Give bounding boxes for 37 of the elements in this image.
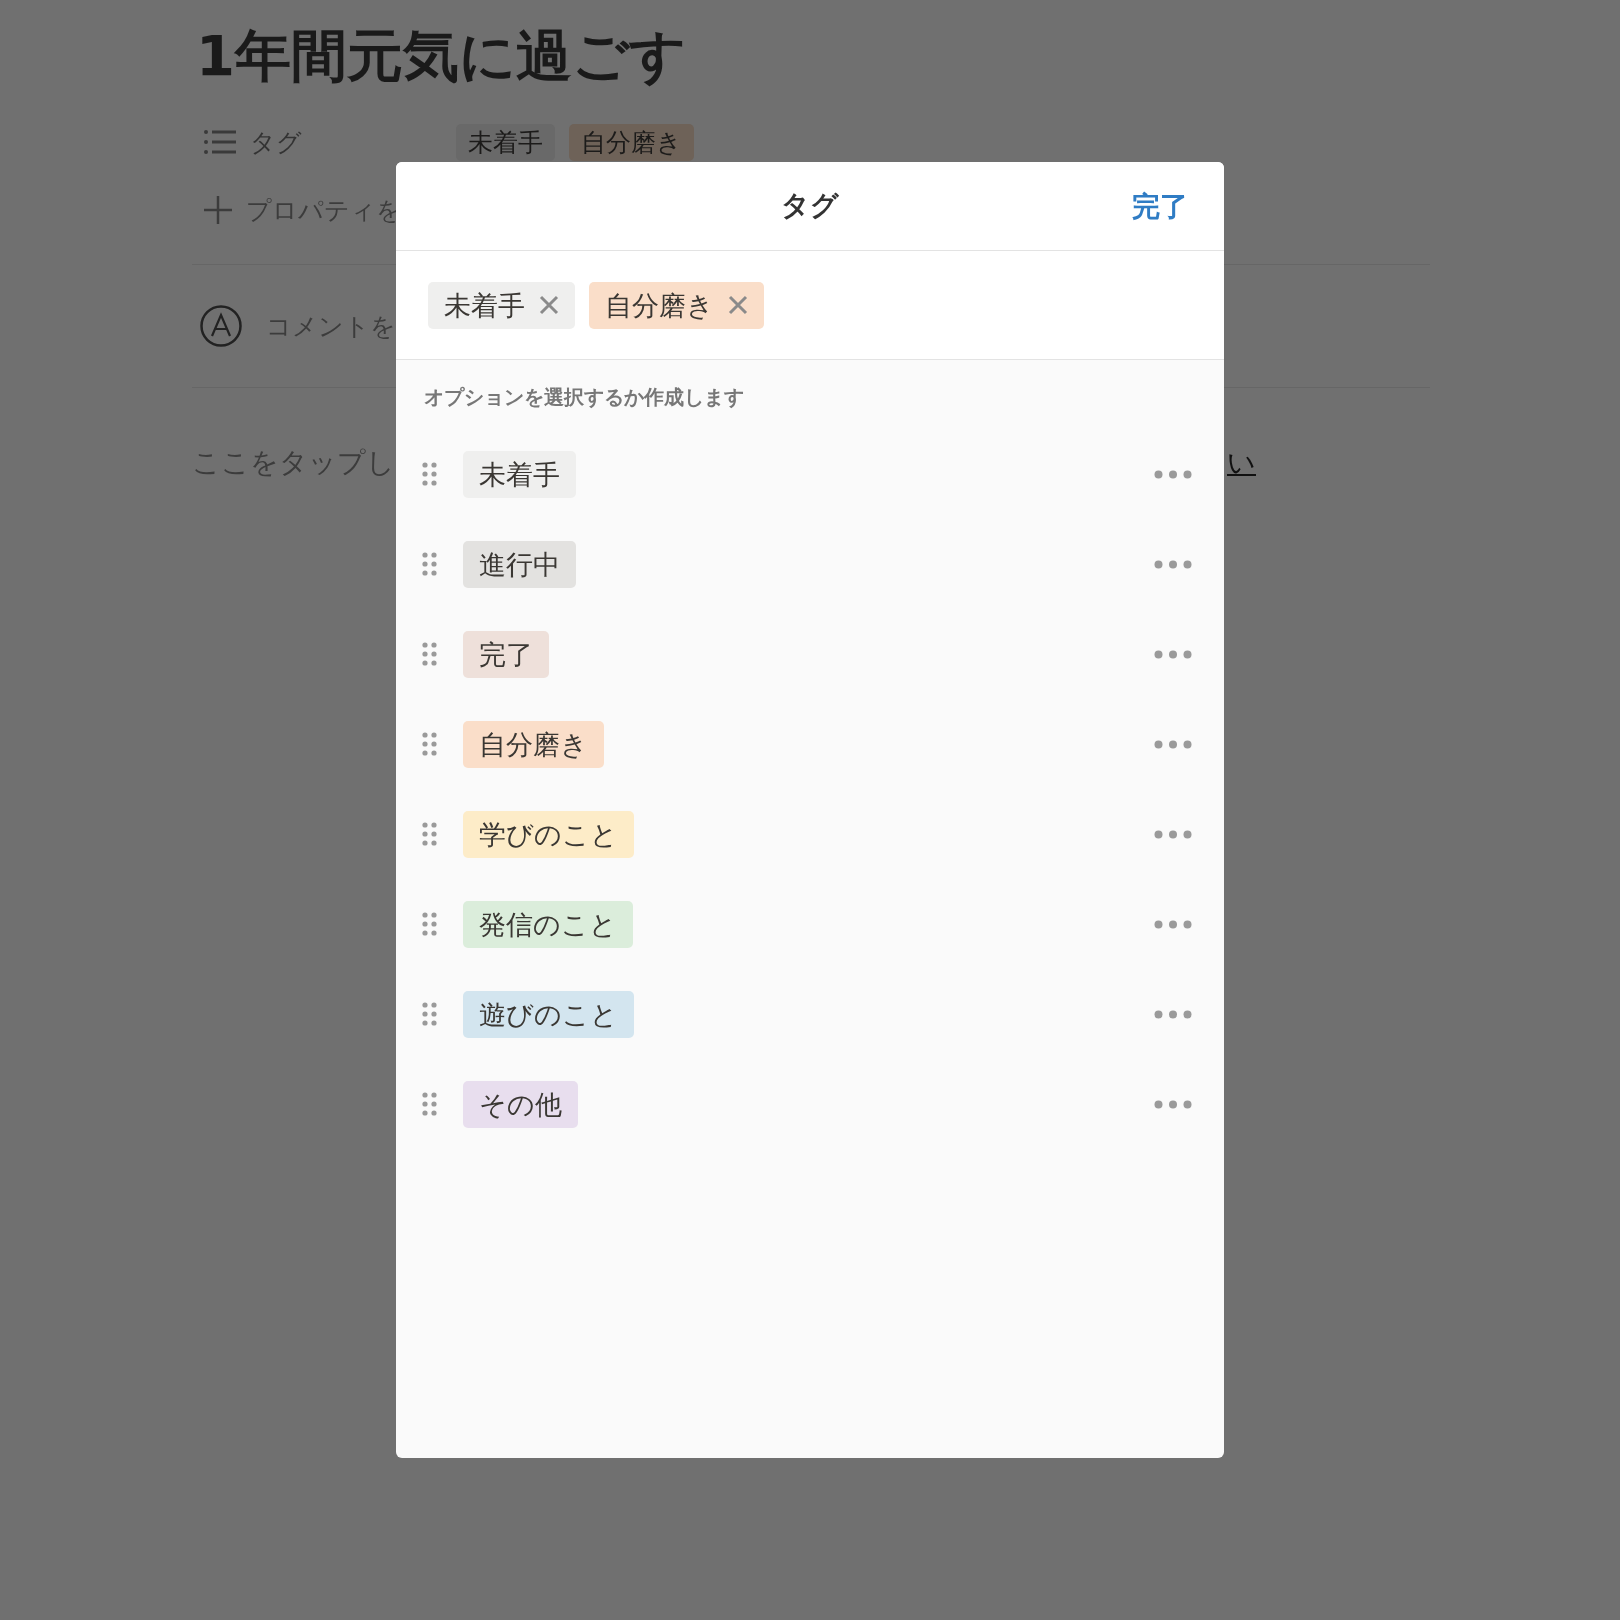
property-label: タグ: [250, 126, 303, 159]
avatar-icon: [200, 305, 242, 347]
option-tag[interactable]: その他: [463, 1080, 578, 1128]
drag-handle-icon[interactable]: [422, 1092, 437, 1116]
remove-icon[interactable]: [728, 295, 748, 315]
more-icon[interactable]: [1154, 1009, 1192, 1019]
plus-icon: [204, 196, 232, 224]
more-icon[interactable]: [1154, 1099, 1192, 1109]
drag-handle-icon[interactable]: [422, 552, 437, 576]
option-tag[interactable]: 発信のこと: [463, 900, 633, 948]
drag-handle-icon[interactable]: [422, 462, 437, 486]
option-tag[interactable]: 自分磨き: [463, 720, 604, 768]
drag-handle-icon[interactable]: [422, 822, 437, 846]
done-button[interactable]: 完了: [1128, 184, 1192, 230]
option-tag[interactable]: 遊びのこと: [463, 990, 634, 1038]
option-tag[interactable]: 進行中: [463, 540, 576, 588]
page-title: 1年間元気に過ごす: [196, 24, 686, 88]
drag-handle-icon[interactable]: [422, 642, 437, 666]
option-tag[interactable]: 未着手: [463, 450, 576, 498]
more-icon[interactable]: [1154, 829, 1192, 839]
drag-handle-icon[interactable]: [422, 1002, 437, 1026]
section-label: オプションを選択するか作成します: [423, 384, 745, 411]
list-icon: [204, 130, 236, 154]
remove-icon[interactable]: [539, 295, 559, 315]
hint-link[interactable]: い: [1223, 444, 1256, 482]
option-tag[interactable]: 完了: [463, 630, 549, 678]
more-icon[interactable]: [1154, 469, 1192, 479]
more-icon[interactable]: [1154, 559, 1192, 569]
more-icon[interactable]: [1154, 649, 1192, 659]
tag-label: 自分磨き: [605, 291, 714, 319]
more-icon[interactable]: [1154, 919, 1192, 929]
option-tag[interactable]: 学びのこと: [463, 810, 634, 858]
more-icon[interactable]: [1154, 739, 1192, 749]
dialog-title: タグ: [781, 188, 839, 224]
tag-label: 未着手: [444, 291, 525, 319]
drag-handle-icon[interactable]: [422, 732, 437, 756]
drag-handle-icon[interactable]: [422, 912, 437, 936]
